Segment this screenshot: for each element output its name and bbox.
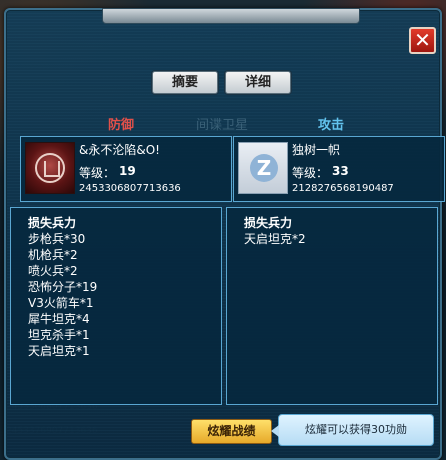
tab-summary[interactable]: 摘要 [152,71,218,94]
attacker-losses-list: 损失兵力 天启坦克*2 [226,207,438,405]
attack-label: 攻击 [318,118,345,133]
list-item: 机枪兵*2 [28,248,78,262]
attacker-level: 33 [332,164,349,178]
attacker-id: 2128276568190487 [292,183,394,194]
close-button[interactable]: ✕ [409,27,436,54]
losses-header: 损失兵力 [244,216,293,230]
attacker-level-label: 等级： [292,166,329,180]
tab-detail[interactable]: 详细 [225,71,291,94]
list-item: 犀牛坦克*4 [28,312,90,326]
list-item: 步枪兵*30 [28,232,86,246]
defense-label: 防御 [108,118,135,133]
list-item: 恐怖分子*19 [28,280,98,294]
list-item: V3火箭车*1 [28,296,94,310]
defender-losses-list: 损失兵力 步枪兵*30 机枪兵*2 喷火兵*2 恐怖分子*19 V3火箭车*1 … [10,207,222,405]
defender-level-label: 等级： [79,166,116,180]
defender-level: 19 [119,164,136,178]
list-item: 天启坦克*1 [28,344,90,358]
list-item: 坦克杀手*1 [28,328,90,342]
attacker-card: Z 独树一帜 等级： 33 2128276568190487 [233,136,445,202]
defender-name: &永不沦陷&O! [79,143,160,157]
battle-report-dialog: ✕ 摘要 详细 防御 间谍卫星 攻击 &永不沦陷&O! 等级： 19 24533… [4,8,445,460]
spy-satellite-label: 间谍卫星 [196,118,249,133]
list-item: 喷火兵*2 [28,264,78,278]
dialog-title-bar [102,8,360,24]
list-item: 天启坦克*2 [244,232,306,246]
losses-header: 损失兵力 [28,216,77,230]
attacker-name: 独树一帜 [292,143,341,157]
reward-tooltip: 炫耀可以获得30功勋 [271,414,434,446]
close-icon: ✕ [414,28,431,52]
defender-id: 2453306807713636 [79,183,181,194]
z-avatar-icon: Z [238,142,288,194]
defender-card: &永不沦陷&O! 等级： 19 2453306807713636 [20,136,232,202]
show-off-button[interactable]: 炫耀战绩 [191,419,272,444]
seal-avatar-icon [25,142,75,194]
